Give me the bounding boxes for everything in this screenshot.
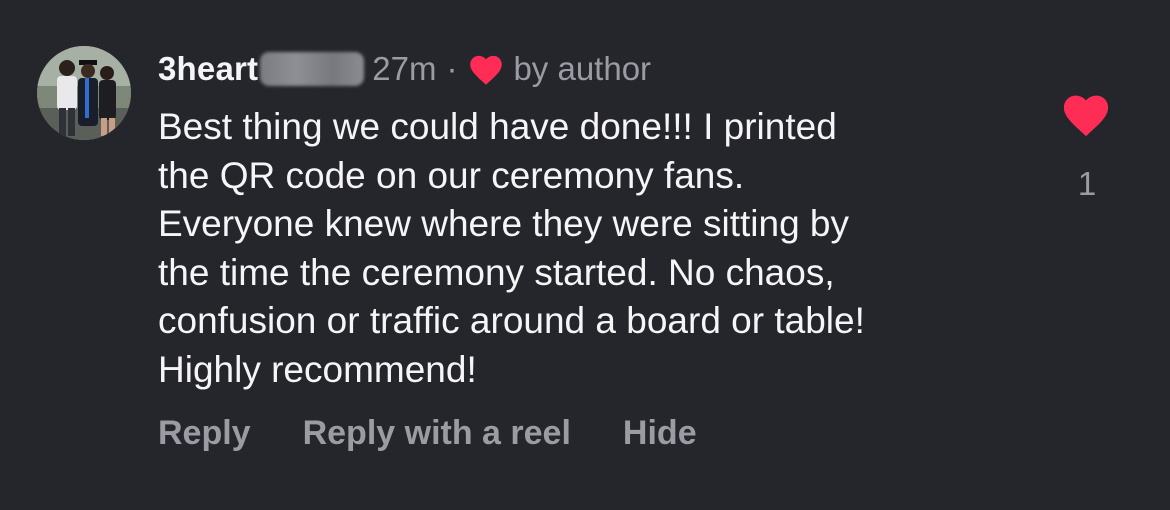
avatar-photo <box>37 46 131 140</box>
comment-line: Highly recommend! <box>158 348 477 390</box>
liked-by-author-label: by author <box>513 50 652 87</box>
like-count: 1 <box>1077 165 1097 202</box>
comment-line: the time the ceremony started. No chaos, <box>158 251 835 293</box>
comment-line: Best thing we could have done!!! I print… <box>158 106 837 147</box>
comment-actions: Reply Reply with a reel Hide <box>158 414 697 453</box>
comment: 3heart 27m · by author Best thing we cou… <box>0 0 1170 510</box>
comment-line: confusion or traffic around a board or t… <box>158 300 865 341</box>
timestamp: 27m <box>372 50 437 87</box>
separator-dot: · <box>446 50 458 87</box>
redacted-username-suffix <box>260 52 365 86</box>
heart-icon <box>470 55 503 85</box>
like-heart-icon[interactable] <box>1060 90 1112 138</box>
comment-line: the QR code on our ceremony fans. <box>158 154 745 196</box>
avatar[interactable] <box>37 46 131 140</box>
comment-line: Everyone knew where they were sitting by <box>158 203 850 244</box>
like-column: 1 <box>1056 90 1116 203</box>
hide-button[interactable]: Hide <box>623 414 697 453</box>
comment-body: Best thing we could have done!!! I print… <box>158 103 1038 394</box>
comment-header: 3heart 27m · by author <box>158 46 651 92</box>
reply-button[interactable]: Reply <box>158 414 251 453</box>
username[interactable]: 3heart <box>158 50 258 88</box>
reply-with-reel-button[interactable]: Reply with a reel <box>303 414 571 453</box>
